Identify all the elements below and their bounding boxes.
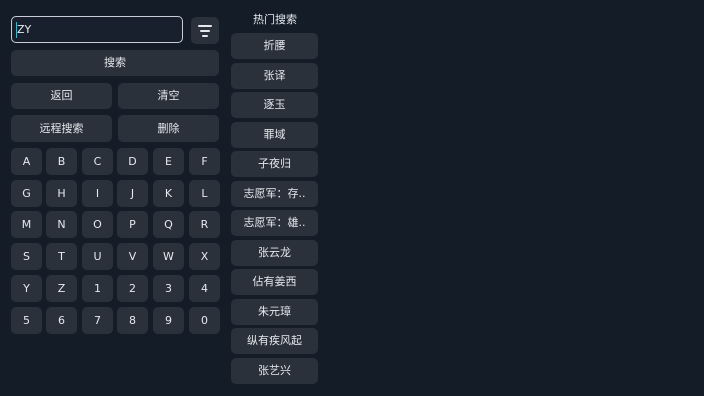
- key-i[interactable]: I: [82, 180, 113, 207]
- key-2[interactable]: 2: [117, 275, 148, 302]
- search-input[interactable]: ZY: [11, 16, 183, 43]
- key-c[interactable]: C: [82, 148, 113, 175]
- filter-icon: [198, 25, 212, 27]
- hot-search-item[interactable]: 志愿军：雄..: [231, 210, 318, 236]
- key-1[interactable]: 1: [82, 275, 113, 302]
- key-v[interactable]: V: [117, 243, 148, 270]
- hot-search-item[interactable]: 逐玉: [231, 92, 318, 118]
- key-n[interactable]: N: [46, 211, 77, 238]
- hot-search-item[interactable]: 张云龙: [231, 240, 318, 266]
- hot-search-item[interactable]: 纵有疾风起: [231, 328, 318, 354]
- key-e[interactable]: E: [153, 148, 184, 175]
- hot-search-item[interactable]: 罪域: [231, 122, 318, 148]
- filter-icon-line-3: [202, 35, 208, 37]
- key-u[interactable]: U: [82, 243, 113, 270]
- key-y[interactable]: Y: [11, 275, 42, 302]
- key-s[interactable]: S: [11, 243, 42, 270]
- key-h[interactable]: H: [46, 180, 77, 207]
- key-g[interactable]: G: [11, 180, 42, 207]
- hot-search-item[interactable]: 志愿军：存..: [231, 181, 318, 207]
- key-p[interactable]: P: [117, 211, 148, 238]
- key-8[interactable]: 8: [117, 307, 148, 334]
- key-r[interactable]: R: [189, 211, 220, 238]
- delete-button[interactable]: 删除: [118, 115, 219, 142]
- remote-search-button[interactable]: 远程搜索: [11, 115, 112, 142]
- hot-search-item[interactable]: 子夜归: [231, 151, 318, 177]
- key-t[interactable]: T: [46, 243, 77, 270]
- clear-button[interactable]: 清空: [118, 83, 219, 109]
- key-9[interactable]: 9: [153, 307, 184, 334]
- key-m[interactable]: M: [11, 211, 42, 238]
- key-5[interactable]: 5: [11, 307, 42, 334]
- filter-button[interactable]: [191, 17, 219, 44]
- key-3[interactable]: 3: [153, 275, 184, 302]
- remote-search-button-label: 远程搜索: [39, 122, 84, 135]
- key-q[interactable]: Q: [153, 211, 184, 238]
- key-x[interactable]: X: [189, 243, 220, 270]
- filter-icon-line-2: [200, 30, 210, 32]
- key-o[interactable]: O: [82, 211, 113, 238]
- back-button-label: 返回: [50, 89, 73, 102]
- back-button[interactable]: 返回: [11, 83, 112, 109]
- delete-button-label: 删除: [157, 122, 180, 135]
- key-b[interactable]: B: [46, 148, 77, 175]
- key-7[interactable]: 7: [82, 307, 113, 334]
- key-l[interactable]: L: [189, 180, 220, 207]
- hot-search-title: 热门搜索: [253, 13, 297, 26]
- search-button[interactable]: 搜索: [11, 50, 219, 76]
- key-w[interactable]: W: [153, 243, 184, 270]
- key-a[interactable]: A: [11, 148, 42, 175]
- search-input-value: ZY: [17, 23, 32, 36]
- app-window: ZY 搜索 返回 清空 远程搜索 删除 ABCDEF GHIJKL MNOPQR ST…: [0, 0, 704, 396]
- key-6[interactable]: 6: [46, 307, 77, 334]
- search-button-label: 搜索: [104, 56, 126, 69]
- hot-search-item[interactable]: 张艺兴: [231, 358, 318, 384]
- key-f[interactable]: F: [189, 148, 220, 175]
- text-caret: [16, 22, 17, 38]
- key-d[interactable]: D: [117, 148, 148, 175]
- clear-button-label: 清空: [157, 89, 180, 102]
- key-4[interactable]: 4: [189, 275, 220, 302]
- key-k[interactable]: K: [153, 180, 184, 207]
- hot-search-item[interactable]: 佔有姜西: [231, 269, 318, 295]
- hot-search-item[interactable]: 折腰: [231, 33, 318, 59]
- key-j[interactable]: J: [117, 180, 148, 207]
- key-z[interactable]: Z: [46, 275, 77, 302]
- key-0[interactable]: 0: [189, 307, 220, 334]
- hot-search-item[interactable]: 朱元璋: [231, 299, 318, 325]
- hot-search-item[interactable]: 张译: [231, 63, 318, 89]
